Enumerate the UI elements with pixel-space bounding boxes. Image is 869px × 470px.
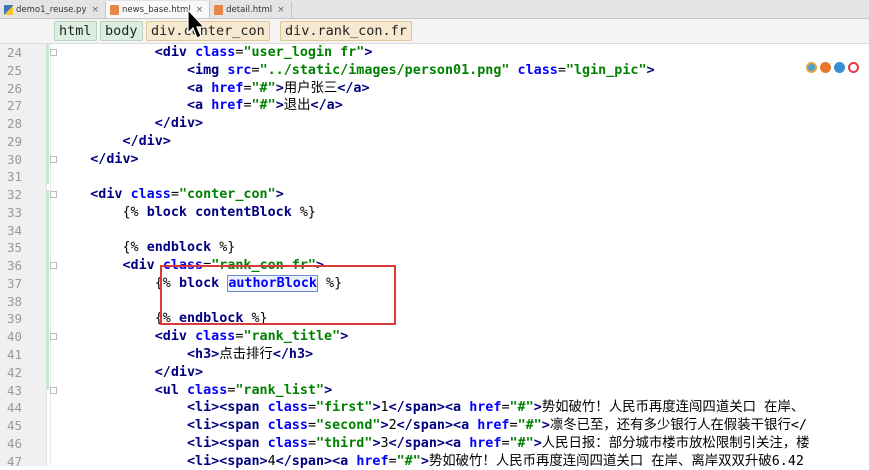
code-line[interactable]: 33 {% block contentBlock %} bbox=[0, 204, 869, 222]
fold-icon[interactable] bbox=[50, 191, 57, 199]
fold-icon[interactable] bbox=[50, 262, 57, 270]
code-line[interactable]: 25 <img src="../static/images/person01.p… bbox=[0, 62, 869, 80]
line-number: 40 bbox=[6, 329, 22, 345]
fold-icon[interactable] bbox=[50, 155, 57, 163]
line-number: 47 bbox=[6, 453, 22, 469]
mouse-cursor-icon bbox=[187, 9, 206, 39]
code-line[interactable]: 30 </div> bbox=[0, 151, 869, 169]
code-line[interactable]: 46 <li><span class="third">3</span><a hr… bbox=[0, 435, 869, 453]
line-number: 43 bbox=[6, 382, 22, 398]
code-text: <h3>点击排行</h3> bbox=[187, 347, 314, 363]
html-file-icon bbox=[214, 5, 224, 15]
python-file-icon bbox=[4, 5, 13, 15]
line-number: 42 bbox=[6, 364, 22, 380]
breadcrumb-html[interactable]: html bbox=[54, 21, 97, 41]
line-number: 26 bbox=[6, 80, 22, 96]
code-text: {% endblock %} bbox=[58, 240, 236, 256]
line-number: 41 bbox=[6, 347, 22, 363]
code-text: </div> bbox=[90, 151, 139, 167]
line-number: 39 bbox=[6, 311, 22, 327]
code-text: <a href="#">退出</a> bbox=[187, 98, 343, 114]
breadcrumb-rank-con-fr[interactable]: div.rank_con.fr bbox=[280, 21, 412, 41]
line-number: 33 bbox=[6, 204, 22, 220]
breadcrumb: html body div.conter_con div.rank_con.fr bbox=[0, 19, 869, 44]
code-line[interactable]: 26 <a href="#">用户张三</a> bbox=[0, 80, 869, 98]
code-text: <div class="user_login fr"> bbox=[154, 45, 373, 60]
code-text: <li><span class="third">3</span><a href=… bbox=[187, 435, 810, 451]
code-text: {% block contentBlock %} bbox=[58, 204, 316, 220]
tab-label: news_base.html bbox=[122, 4, 191, 15]
code-text: <div class="rank_title"> bbox=[154, 329, 349, 345]
html-file-icon bbox=[110, 4, 120, 15]
code-line[interactable]: 41 <h3>点击排行</h3> bbox=[0, 346, 869, 364]
code-line[interactable]: 34 bbox=[0, 222, 869, 240]
line-number: 30 bbox=[6, 151, 22, 167]
firefox-icon[interactable] bbox=[820, 62, 831, 73]
breadcrumb-conter-con[interactable]: div.conter_con bbox=[146, 21, 270, 41]
fold-icon[interactable] bbox=[50, 333, 57, 341]
code-line[interactable]: 24 <div class="user_login fr"> bbox=[0, 44, 869, 62]
code-text: <div class="conter_con"> bbox=[90, 187, 284, 203]
code-line[interactable]: 42 </div> bbox=[0, 364, 869, 382]
code-line[interactable]: 45 <li><span class="second">2</span><a h… bbox=[0, 417, 869, 435]
tab-0[interactable]: demo1_reuse.py × bbox=[0, 2, 107, 18]
code-line[interactable]: 35 {% endblock %} bbox=[0, 239, 869, 257]
tab-label: detail.html bbox=[226, 5, 273, 15]
line-number: 29 bbox=[6, 133, 22, 149]
fold-icon[interactable] bbox=[50, 386, 57, 394]
breadcrumb-body[interactable]: body bbox=[100, 21, 143, 41]
code-text: <a href="#">用户张三</a> bbox=[187, 80, 370, 96]
code-line[interactable]: 36 <div class="rank_con fr"> bbox=[0, 257, 869, 275]
code-line[interactable]: 38 bbox=[0, 293, 869, 311]
line-number: 27 bbox=[6, 98, 22, 114]
chrome-icon[interactable] bbox=[806, 62, 817, 73]
close-icon[interactable]: × bbox=[91, 5, 99, 15]
code-line[interactable]: 28 </div> bbox=[0, 115, 869, 133]
opera-icon[interactable] bbox=[848, 62, 859, 73]
line-number: 37 bbox=[6, 275, 22, 291]
code-line[interactable]: 32 <div class="conter_con"> bbox=[0, 186, 869, 204]
line-number: 32 bbox=[6, 187, 22, 203]
code-line[interactable]: 44 <li><span class="first">1</span><a hr… bbox=[0, 399, 869, 417]
line-number: 31 bbox=[6, 169, 22, 185]
code-line[interactable]: 43 <ul class="rank_list"> bbox=[0, 382, 869, 400]
line-number: 35 bbox=[6, 240, 22, 256]
line-number: 25 bbox=[6, 62, 22, 78]
line-number: 44 bbox=[6, 400, 22, 416]
code-text: </div> bbox=[154, 116, 204, 132]
safari-icon[interactable] bbox=[834, 62, 845, 73]
fold-icon[interactable] bbox=[50, 49, 57, 56]
line-number: 46 bbox=[6, 435, 22, 451]
line-number: 38 bbox=[6, 293, 22, 309]
line-number: 24 bbox=[6, 45, 22, 60]
code-text: <li><span class="first">1</span><a href=… bbox=[187, 400, 805, 416]
tab-label: demo1_reuse.py bbox=[16, 5, 87, 15]
line-number: 34 bbox=[6, 222, 22, 238]
code-line[interactable]: 31 bbox=[0, 168, 869, 186]
annotation-red-box bbox=[160, 265, 396, 325]
code-editor[interactable]: 24 <div class="user_login fr"> 25 <img sr… bbox=[0, 44, 869, 470]
browser-preview-icons bbox=[806, 62, 859, 73]
close-icon[interactable]: × bbox=[277, 5, 285, 15]
code-line[interactable]: 47 <li><span>4</span><a href="#">势如破竹！人民… bbox=[0, 453, 869, 470]
code-line[interactable]: 40 <div class="rank_title"> bbox=[0, 328, 869, 346]
code-line[interactable]: 39 {% endblock %} bbox=[0, 310, 869, 328]
tab-2[interactable]: detail.html × bbox=[210, 2, 292, 18]
code-line[interactable]: 29 </div> bbox=[0, 133, 869, 151]
editor-tab-bar: demo1_reuse.py × news_base.html × detail.htm… bbox=[0, 0, 869, 19]
code-text: </div> bbox=[122, 133, 171, 149]
code-text: </div> bbox=[154, 364, 204, 380]
code-line[interactable]: 27 <a href="#">退出</a> bbox=[0, 97, 869, 115]
code-text: <li><span>4</span><a href="#">势如破竹！人民币再度… bbox=[187, 453, 804, 469]
line-number: 45 bbox=[6, 418, 22, 434]
line-number: 28 bbox=[6, 116, 22, 132]
code-line[interactable]: 37 {% block authorBlock %} bbox=[0, 274, 869, 293]
code-text: <li><span class="second">2</span><a href… bbox=[187, 418, 807, 434]
code-text: <img src="../static/images/person01.png"… bbox=[187, 62, 655, 78]
line-number: 36 bbox=[6, 258, 22, 274]
code-text: <ul class="rank_list"> bbox=[154, 382, 333, 398]
